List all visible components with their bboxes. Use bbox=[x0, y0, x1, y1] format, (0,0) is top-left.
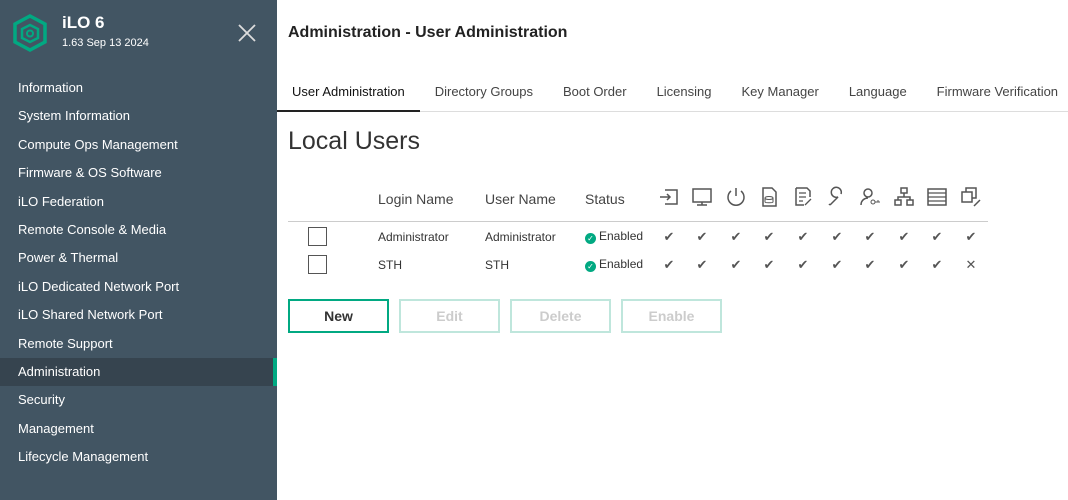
tab-firmware-verification[interactable]: Firmware Verification bbox=[922, 76, 1068, 112]
tab-language[interactable]: Language bbox=[834, 76, 922, 112]
section-title: Local Users bbox=[288, 127, 420, 155]
sidebar-item-ilo-federation[interactable]: iLO Federation bbox=[0, 188, 277, 216]
sidebar-item-management[interactable]: Management bbox=[0, 415, 277, 443]
sidebar: iLO 6 1.63 Sep 13 2024 Information System… bbox=[0, 0, 277, 500]
sidebar-item-information[interactable]: Information bbox=[0, 74, 277, 102]
checkmark-icon: ✔ bbox=[931, 257, 943, 272]
login-name: Administrator bbox=[378, 230, 449, 244]
ilo-logo-icon bbox=[13, 14, 47, 52]
checkmark-icon: ✔ bbox=[730, 257, 742, 272]
checkmark-icon: ✔ bbox=[696, 229, 708, 244]
x-icon: ✕ bbox=[965, 257, 977, 272]
sidebar-item-power-thermal[interactable]: Power & Thermal bbox=[0, 244, 277, 272]
remote-console-icon bbox=[692, 188, 712, 206]
row-checkbox[interactable] bbox=[308, 227, 327, 246]
user-name: STH bbox=[485, 258, 509, 272]
tab-key-manager[interactable]: Key Manager bbox=[727, 76, 834, 112]
checkmark-icon: ✔ bbox=[797, 229, 809, 244]
user-name: Administrator bbox=[485, 230, 556, 244]
enable-button[interactable]: Enable bbox=[621, 299, 722, 333]
sidebar-item-ilo-shared-network-port[interactable]: iLO Shared Network Port bbox=[0, 301, 277, 329]
checkmark-icon: ✔ bbox=[831, 257, 843, 272]
sidebar-item-system-information[interactable]: System Information bbox=[0, 102, 277, 130]
tab-user-administration[interactable]: User Administration bbox=[277, 76, 420, 112]
checkmark-icon: ✔ bbox=[931, 229, 943, 244]
checkmark-icon: ✔ bbox=[663, 257, 675, 272]
sidebar-item-administration[interactable]: Administration bbox=[0, 357, 277, 387]
sidebar-item-lifecycle-management[interactable]: Lifecycle Management bbox=[0, 443, 277, 471]
status-badge: ✓ Enabled bbox=[585, 257, 643, 272]
config-settings-icon bbox=[795, 187, 812, 206]
header-login-name[interactable]: Login Name bbox=[378, 191, 454, 207]
new-button[interactable]: New bbox=[288, 299, 389, 333]
checkmark-icon: ✔ bbox=[730, 229, 742, 244]
login-icon bbox=[660, 189, 678, 205]
checkmark-icon: ✔ bbox=[898, 257, 910, 272]
checkmark-icon: ✔ bbox=[763, 229, 775, 244]
host-storage-icon bbox=[927, 188, 947, 206]
sidebar-item-compute-ops-management[interactable]: Compute Ops Management bbox=[0, 131, 277, 159]
user-accounts-icon bbox=[860, 188, 880, 206]
edit-button[interactable]: Edit bbox=[399, 299, 500, 333]
tab-boot-order[interactable]: Boot Order bbox=[548, 76, 642, 112]
check-circle-icon: ✓ bbox=[585, 233, 596, 244]
sidebar-item-firmware-os-software[interactable]: Firmware & OS Software bbox=[0, 159, 277, 187]
checkmark-icon: ✔ bbox=[864, 257, 876, 272]
header-divider bbox=[288, 221, 988, 222]
delete-button[interactable]: Delete bbox=[510, 299, 611, 333]
login-name: STH bbox=[378, 258, 402, 272]
virtual-media-icon bbox=[762, 187, 777, 207]
checkmark-icon: ✔ bbox=[797, 257, 809, 272]
app-title: iLO 6 bbox=[62, 13, 105, 32]
main-content: Administration - User Administration Use… bbox=[277, 0, 1068, 500]
sidebar-item-ilo-dedicated-network-port[interactable]: iLO Dedicated Network Port bbox=[0, 273, 277, 301]
checkmark-icon: ✔ bbox=[898, 229, 910, 244]
page-title: Administration - User Administration bbox=[288, 24, 568, 41]
check-circle-icon: ✓ bbox=[585, 261, 596, 272]
sidebar-item-remote-console-media[interactable]: Remote Console & Media bbox=[0, 216, 277, 244]
recovery-set-icon bbox=[961, 187, 981, 207]
header-user-name[interactable]: User Name bbox=[485, 191, 556, 207]
host-bios-icon bbox=[828, 186, 843, 206]
checkmark-icon: ✔ bbox=[763, 257, 775, 272]
host-nic-icon bbox=[894, 187, 914, 206]
sidebar-item-security[interactable]: Security bbox=[0, 386, 277, 414]
status-text: Enabled bbox=[599, 257, 644, 271]
app-version: 1.63 Sep 13 2024 bbox=[62, 37, 149, 49]
status-text: Enabled bbox=[599, 229, 644, 243]
row-checkbox[interactable] bbox=[308, 255, 327, 274]
power-icon bbox=[727, 188, 745, 206]
sidebar-nav: Information System Information Compute Ops… bbox=[0, 74, 277, 471]
close-icon[interactable] bbox=[236, 22, 258, 44]
checkmark-icon: ✔ bbox=[965, 229, 977, 244]
tab-licensing[interactable]: Licensing bbox=[642, 76, 727, 112]
checkmark-icon: ✔ bbox=[663, 229, 675, 244]
checkmark-icon: ✔ bbox=[864, 229, 876, 244]
header-status[interactable]: Status bbox=[585, 191, 625, 207]
tab-bar: User Administration Directory Groups Boot … bbox=[277, 76, 1068, 112]
sidebar-item-remote-support[interactable]: Remote Support bbox=[0, 330, 277, 358]
checkmark-icon: ✔ bbox=[831, 229, 843, 244]
tab-directory-groups[interactable]: Directory Groups bbox=[420, 76, 548, 112]
checkmark-icon: ✔ bbox=[696, 257, 708, 272]
status-badge: ✓ Enabled bbox=[585, 229, 643, 244]
